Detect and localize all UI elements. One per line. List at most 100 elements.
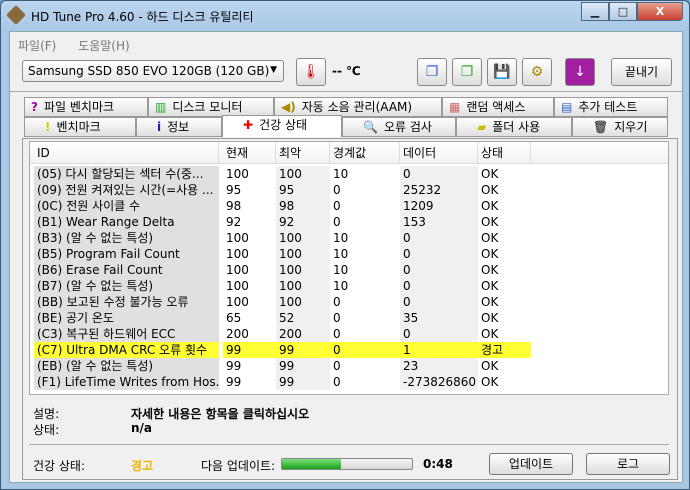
cell-worst: 100 xyxy=(276,262,330,278)
cell-threshold: 0 xyxy=(333,199,341,213)
cell-status: OK xyxy=(481,263,499,277)
cell-current: 95 xyxy=(226,183,242,197)
table-row[interactable]: (05) 다시 할당되는 섹터 수(중... 100 100 10 0 OK xyxy=(30,166,668,182)
menu-help[interactable]: 도움말(H) xyxy=(78,39,130,53)
divider xyxy=(29,444,669,445)
cell-status: OK xyxy=(481,231,499,245)
cell-id: (C3) 복구된 하드웨어 ECC xyxy=(34,326,219,342)
temperature-readout: -- ℃ xyxy=(332,64,361,78)
copy-screenshot-icon[interactable]: ❐ xyxy=(452,58,482,86)
tab-random-access[interactable]: ▦ 랜덤 액세스 xyxy=(442,97,554,117)
tab-aam[interactable]: ◀) 자동 소음 관리(AAM) xyxy=(274,97,442,117)
close-button[interactable]: X xyxy=(637,2,683,21)
table-row[interactable]: (B5) Program Fail Count 100 100 10 0 OK xyxy=(30,246,668,262)
cell-threshold: 0 xyxy=(333,183,341,197)
col-id[interactable]: ID xyxy=(34,142,219,163)
col-status[interactable]: 상태 xyxy=(478,142,531,163)
exit-button[interactable]: 끝내기 xyxy=(611,58,672,86)
table-row[interactable]: (B6) Erase Fail Count 100 100 10 0 OK xyxy=(30,262,668,278)
table-row[interactable]: (B7) (알 수 없는 특성) 100 100 10 0 OK xyxy=(30,278,668,294)
col-worst[interactable]: 최악 xyxy=(276,142,330,163)
col-threshold[interactable]: 경계값 xyxy=(330,142,400,163)
chevron-down-icon: ▼ xyxy=(270,65,277,75)
download-icon[interactable]: ↓ xyxy=(565,58,595,86)
table-row[interactable]: (F1) LifeTime Writes from Hos... 99 99 0 -27… xyxy=(30,374,668,390)
cell-worst: 100 xyxy=(276,278,330,294)
table-row[interactable]: (C7) Ultra DMA CRC 오류 횟수 99 99 0 1 경고 xyxy=(30,342,668,358)
update-button[interactable]: 업데이트 xyxy=(489,453,573,475)
col-data[interactable]: 데이터 xyxy=(400,142,478,163)
save-icon[interactable]: 💾 xyxy=(487,58,517,86)
tab-file-benchmark[interactable]: ? 파일 벤치마크 xyxy=(24,97,148,117)
cell-threshold: 0 xyxy=(333,327,341,341)
col-current[interactable]: 현재 xyxy=(223,142,276,163)
smart-table: ID 현재 최악 경계값 데이터 상태 (05) 다시 할당되는 섹터 수(중.… xyxy=(29,141,669,395)
health-label: 건강 상태: xyxy=(33,459,86,473)
tab-health[interactable]: ✚ 건강 상태 xyxy=(222,115,342,137)
cell-id: (B3) (알 수 없는 특성) xyxy=(34,230,219,246)
maximize-button[interactable]: □ xyxy=(609,2,637,21)
toolbar: Samsung SSD 850 EVO 120GB (120 GB) ▼ 🌡 --… xyxy=(10,54,682,92)
cell-id: (F1) LifeTime Writes from Hos... xyxy=(34,374,219,390)
cell-status: OK xyxy=(481,295,499,309)
cell-status: OK xyxy=(481,359,499,373)
copy-text-icon[interactable]: ❐ xyxy=(417,58,447,86)
cell-status: OK xyxy=(481,375,499,389)
update-progress-bar xyxy=(281,458,413,470)
drive-select[interactable]: Samsung SSD 850 EVO 120GB (120 GB) ▼ xyxy=(22,60,284,82)
thermometer-icon[interactable]: 🌡 xyxy=(296,58,326,86)
progress-fill xyxy=(282,459,341,469)
tab-label: 오류 검사 xyxy=(383,120,432,134)
cell-id: (09) 전원 켜져있는 시간(=사용 ... xyxy=(34,182,219,198)
cell-status: OK xyxy=(481,247,499,261)
cell-threshold: 0 xyxy=(333,375,341,389)
tab-label: 벤치마크 xyxy=(56,120,101,134)
table-row[interactable]: (EB) (알 수 없는 특성) 99 99 0 23 OK xyxy=(30,358,668,374)
log-button[interactable]: 로그 xyxy=(586,453,670,475)
cell-worst: 99 xyxy=(276,374,330,390)
cell-id: (B5) Program Fail Count xyxy=(34,246,219,262)
cell-data: 0 xyxy=(400,262,478,278)
table-row[interactable]: (0C) 전원 사이클 수 98 98 0 1209 OK xyxy=(30,198,668,214)
cell-worst: 100 xyxy=(276,166,330,182)
tab-extra-tests[interactable]: ▤ 추가 테스트 xyxy=(554,97,668,117)
cell-threshold: 10 xyxy=(333,167,349,181)
tab-folder-usage[interactable]: ▰ 폴더 사용 xyxy=(456,117,572,137)
tab-disk-monitor[interactable]: ▥ 디스크 모니터 xyxy=(148,97,274,117)
tab-info[interactable]: i 정보 xyxy=(136,117,222,137)
cell-id: (C7) Ultra DMA CRC 오류 횟수 xyxy=(34,342,219,358)
table-row[interactable]: (B1) Wear Range Delta 92 92 0 153 OK xyxy=(30,214,668,230)
cell-current: 65 xyxy=(226,311,242,325)
description-value: 자세한 내용은 항목을 클릭하십시오 xyxy=(131,407,310,421)
table-row[interactable]: (BE) 공기 온도 65 52 0 35 OK xyxy=(30,310,668,326)
tab-benchmark[interactable]: ! 벤치마크 xyxy=(24,117,136,137)
tab-erase[interactable]: 🗑 지우기 xyxy=(572,117,668,137)
cell-data: 0 xyxy=(400,166,478,182)
table-row[interactable]: (09) 전원 켜져있는 시간(=사용 ... 95 95 0 25232 OK xyxy=(30,182,668,198)
cell-threshold: 10 xyxy=(333,279,349,293)
cell-worst: 52 xyxy=(276,310,330,326)
status-label: 상태: xyxy=(33,423,60,437)
tab-error-scan[interactable]: 🔍 오류 검사 xyxy=(342,117,456,137)
cell-id: (EB) (알 수 없는 특성) xyxy=(34,358,219,374)
cell-worst: 92 xyxy=(276,214,330,230)
cell-status: OK xyxy=(481,327,499,341)
cell-data: 35 xyxy=(400,310,478,326)
options-icon[interactable]: ⚙ xyxy=(522,58,552,86)
cell-threshold: 0 xyxy=(333,311,341,325)
table-row[interactable]: (B3) (알 수 없는 특성) 100 100 10 0 OK xyxy=(30,230,668,246)
cell-id: (0C) 전원 사이클 수 xyxy=(34,198,219,214)
cell-current: 100 xyxy=(226,263,249,277)
minimize-button[interactable]: ▁ xyxy=(581,2,609,21)
table-row[interactable]: (BB) 보고된 수정 불가능 오류 100 100 0 0 OK xyxy=(30,294,668,310)
cell-data: 0 xyxy=(400,294,478,310)
table-row[interactable]: (C3) 복구된 하드웨어 ECC 200 200 0 0 OK xyxy=(30,326,668,342)
app-icon xyxy=(6,5,26,25)
tab-label: 자동 소음 관리(AAM) xyxy=(301,100,413,114)
menu-file[interactable]: 파일(F) xyxy=(18,39,56,53)
cell-current: 200 xyxy=(226,327,249,341)
cell-data: 1209 xyxy=(400,198,478,214)
tab-label: 추가 테스트 xyxy=(578,100,638,114)
cell-worst: 99 xyxy=(276,342,330,358)
cell-status: OK xyxy=(481,215,499,229)
